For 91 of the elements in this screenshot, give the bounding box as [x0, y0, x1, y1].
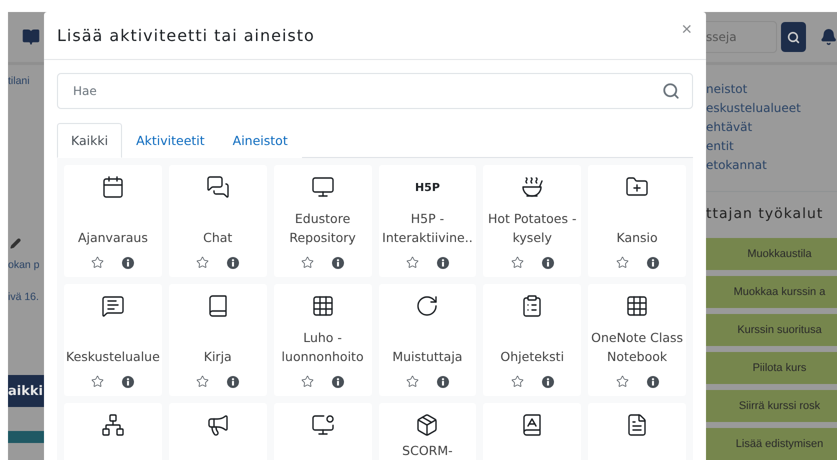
- activity-name: H5P - Interaktiivine..: [381, 210, 474, 247]
- activity-card[interactable]: Muistuttaja: [378, 284, 476, 396]
- activity-name: Hot Potatoes - kysely: [487, 210, 578, 247]
- star-icon[interactable]: [616, 375, 629, 388]
- nav-link[interactable]: eskustelualueet: [706, 100, 837, 116]
- info-icon: [646, 376, 659, 388]
- bowl-icon: [520, 175, 544, 199]
- activity-name: Chat: [203, 229, 232, 247]
- package-icon: [415, 413, 440, 437]
- search-input[interactable]: Hae: [71, 83, 662, 99]
- nav-link[interactable]: neistot: [706, 81, 837, 97]
- activity-card[interactable]: Chat: [168, 165, 267, 277]
- search-icon: [662, 82, 680, 100]
- block-heading: ttajan työkalut: [706, 206, 824, 222]
- tool-button[interactable]: Muokkaa kurssin a: [706, 276, 837, 308]
- activity-name: Kansio: [616, 229, 658, 247]
- activity-card[interactable]: OneNote Class Notebook: [588, 284, 686, 396]
- activity-card[interactable]: Hot Potatoes - kysely: [483, 165, 582, 277]
- activity-name: Muistuttaja: [392, 348, 462, 366]
- nav-link[interactable]: etokannat: [706, 157, 837, 173]
- tool-button[interactable]: Muokkaustila: [706, 238, 837, 270]
- search-field[interactable]: Hae: [57, 73, 693, 109]
- nav-link[interactable]: entit: [706, 138, 837, 154]
- activity-card[interactable]: Ajanvaraus: [64, 165, 162, 277]
- bell-icon[interactable]: [820, 28, 837, 46]
- dialog-title: Lisää aktiviteetti tai aineisto: [57, 26, 315, 45]
- nav-link[interactable]: tilani: [8, 73, 44, 89]
- star-icon[interactable]: [196, 375, 210, 388]
- close-button[interactable]: ×: [681, 19, 692, 40]
- activity-card[interactable]: Kansio: [588, 165, 686, 277]
- activity-name: Luho - luonnonhoito: [280, 329, 365, 366]
- grid-icon: [310, 294, 335, 318]
- activity-card[interactable]: SCORM-: [378, 403, 476, 460]
- info-icon: [227, 376, 240, 388]
- info-icon: [646, 256, 659, 268]
- info-icon: [542, 376, 554, 388]
- star-icon[interactable]: [510, 256, 524, 269]
- info-icon: [542, 256, 554, 268]
- activity-card[interactable]: Luho - luonnonhoito: [274, 284, 372, 396]
- search-icon: [786, 30, 800, 44]
- info-icon: [436, 376, 449, 388]
- star-icon[interactable]: [510, 375, 524, 388]
- speech-bubble-icon: [100, 294, 125, 318]
- tab[interactable]: Kaikki: [57, 123, 122, 158]
- pencil-icon: [10, 238, 21, 249]
- footer-bar: [8, 431, 44, 443]
- activity-card[interactable]: Edustore Repository: [274, 165, 372, 277]
- tool-button[interactable]: Lisää edistymisen: [706, 428, 837, 460]
- activity-card[interactable]: Ohjeteksti: [483, 284, 582, 396]
- grid-icon: [625, 294, 650, 318]
- monitor-icon: [310, 175, 335, 199]
- activity-name: Ohjeteksti: [500, 348, 564, 366]
- info-icon: [436, 256, 449, 268]
- activity-name: Kirja: [204, 348, 232, 366]
- star-icon[interactable]: [91, 375, 104, 388]
- info-icon: [332, 376, 344, 388]
- info-icon: [227, 256, 240, 268]
- info-icon: [122, 256, 134, 268]
- h5p-icon: H5P: [414, 180, 440, 194]
- tool-button[interactable]: Siirrä kurssi rosk: [706, 390, 837, 422]
- tool-button[interactable]: Piilota kurs: [706, 352, 837, 384]
- info-icon: [332, 256, 344, 268]
- activity-name: Keskustelualue: [66, 348, 160, 366]
- star-icon[interactable]: [301, 256, 314, 269]
- logo-icon: [22, 28, 40, 46]
- activity-card[interactable]: H5P H5P - Interaktiivine..: [378, 165, 476, 277]
- star-icon[interactable]: [406, 256, 419, 269]
- calendar-icon: [100, 175, 125, 199]
- star-icon[interactable]: [616, 256, 629, 269]
- activity-name: OneNote Class Notebook: [590, 329, 684, 366]
- star-icon[interactable]: [196, 256, 210, 269]
- tool-button[interactable]: Kurssin suoritusa: [706, 314, 837, 346]
- star-icon[interactable]: [91, 256, 104, 269]
- activity-card[interactable]: Kirja: [168, 284, 267, 396]
- star-icon[interactable]: [406, 375, 419, 388]
- hierarchy-icon: [100, 413, 125, 437]
- activity-card[interactable]: Keskustelualue: [64, 284, 162, 396]
- search-button[interactable]: [780, 22, 806, 52]
- link-text[interactable]: ivä 16.: [8, 289, 44, 305]
- activity-name: SCORM-: [402, 442, 453, 460]
- nav-bar[interactable]: aikki: [8, 375, 44, 407]
- refresh-icon: [415, 294, 440, 318]
- activity-name: Ajanvaraus: [78, 229, 148, 247]
- activity-name: Edustore Repository: [288, 210, 357, 247]
- monitor-icon: [310, 413, 335, 437]
- link-text[interactable]: okan p: [8, 257, 44, 273]
- megaphone-icon: [206, 413, 230, 437]
- chat-icon: [206, 175, 230, 199]
- nav-link[interactable]: ehtävät: [706, 119, 837, 135]
- star-icon[interactable]: [301, 375, 314, 388]
- info-icon: [122, 376, 134, 388]
